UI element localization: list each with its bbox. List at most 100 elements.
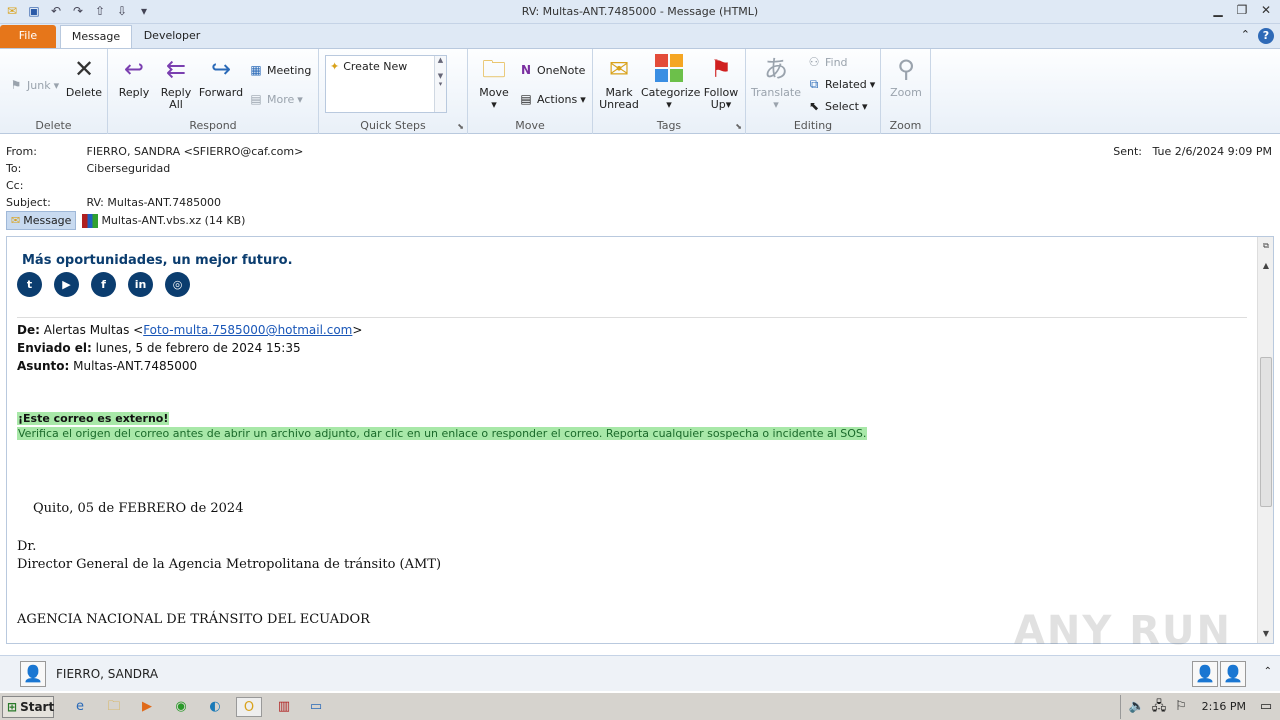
scroll-up-arrow[interactable]: ▲ [1258, 259, 1273, 273]
translate-button[interactable]: あ Translate ▾ [750, 53, 802, 111]
junk-button[interactable]: ⚑ Junk ▾ [8, 77, 59, 93]
envelope-icon: ✉ [608, 55, 630, 83]
city-date: Quito, 05 de FEBRERO de 2024 [33, 501, 244, 516]
message-chip[interactable]: ✉ Message [6, 211, 77, 230]
taskbar: ⊞ Start e 🗀 ▶ ◉ ◐ O ▥ ▭ 🔈 🖧 ⚐ 2:16 PM ▭ [0, 692, 1280, 720]
meeting-button[interactable]: ▦ Meeting [248, 62, 311, 78]
minimize-icon[interactable]: ▁ [1210, 2, 1226, 18]
edge-icon[interactable]: ◐ [205, 697, 225, 717]
dialog-launcher-icon[interactable]: ⬊ [735, 122, 742, 131]
message-header: From: FIERRO, SANDRA <SFIERRO@caf.com> T… [0, 135, 1280, 235]
forward-button[interactable]: ↪ Forward [198, 53, 244, 99]
move-button[interactable]: 🗀 Move ▾ [474, 53, 514, 111]
instagram-icon[interactable]: ◎ [165, 272, 190, 297]
related-button[interactable]: ⧉ Related ▾ [806, 76, 876, 92]
show-desktop-icon[interactable]: ▭ [1256, 697, 1276, 717]
tab-message[interactable]: Message [60, 25, 132, 48]
mark-unread-button[interactable]: ✉ Mark Unread [597, 53, 641, 111]
message-body[interactable]: Más oportunidades, un mejor futuro. t ▶ … [6, 236, 1274, 644]
ie-icon[interactable]: e [70, 697, 90, 717]
group-editing: あ Translate ▾ ⚇ Find ⧉ Related ▾ ⬉ Select ▾… [746, 49, 881, 134]
scroll-thumb[interactable] [1260, 357, 1272, 507]
subject-value: RV: Multas-ANT.7485000 [86, 196, 222, 209]
contact-name[interactable]: FIERRO, SANDRA [56, 667, 158, 681]
group-quick-steps: ✦ Create New ▲ ▼ ▾ Quick Steps ⬊ [319, 49, 468, 134]
group-move: 🗀 Move ▾ N OneNote ▤ Actions ▾ Move [468, 49, 593, 134]
actions-icon: ▤ [520, 92, 532, 106]
restore-icon[interactable]: ❐ [1234, 2, 1250, 18]
forwarded-subject: Asunto: Multas-ANT.7485000 [17, 359, 198, 373]
follow-up-button[interactable]: ⚑ Follow Up▾ [699, 53, 743, 111]
cursor-icon: ⬉ [808, 99, 820, 113]
facebook-icon[interactable]: f [91, 272, 116, 297]
related-icon: ⧉ [809, 77, 819, 91]
cc-row: Cc: [6, 179, 24, 192]
zoom-button[interactable]: ⚲ Zoom [885, 53, 927, 99]
delete-x-icon: ✕ [73, 55, 95, 83]
attachment-item[interactable]: Multas-ANT.vbs.xz (14 KB) [82, 213, 245, 228]
media-player-icon[interactable]: ▶ [137, 697, 157, 717]
translate-icon: あ [764, 55, 788, 83]
expand-people-pane-icon[interactable]: ⌃ [1264, 666, 1272, 677]
vertical-scrollbar[interactable]: ⧉ ▲ ▼ [1257, 237, 1273, 643]
select-button[interactable]: ⬉ Select ▾ [806, 98, 868, 114]
create-new-quick-step[interactable]: ✦ Create New [330, 60, 407, 73]
collapse-ribbon-icon[interactable]: ⌃ [1241, 28, 1250, 44]
system-tray: 🔈 🖧 ⚐ 2:16 PM ▭ [1120, 695, 1280, 719]
window-title: RV: Multas-ANT.7485000 - Message (HTML) [521, 5, 759, 18]
group-delete: ⚑ Junk ▾ ✕ Delete Delete [0, 49, 108, 134]
attachments-bar: ✉ Message Multas-ANT.vbs.xz (14 KB) [6, 211, 245, 230]
subject-row: Subject: RV: Multas-ANT.7485000 [6, 196, 222, 209]
flag-icon: ⚑ [710, 55, 732, 83]
notepad-icon[interactable]: ▭ [306, 697, 326, 717]
salutation: Dr. [17, 539, 37, 554]
close-icon[interactable]: ✕ [1258, 2, 1274, 18]
start-button[interactable]: ⊞ Start [2, 696, 54, 718]
group-zoom: ⚲ Zoom Zoom [881, 49, 931, 134]
network-icon[interactable]: 🖧 [1149, 697, 1169, 717]
reply-all-icon: ⇇ [165, 55, 187, 83]
reply-all-button[interactable]: ⇇ Reply All [156, 53, 196, 111]
flag-tray-icon[interactable]: ⚐ [1171, 697, 1191, 717]
star-icon: ✦ [330, 60, 340, 73]
more-button[interactable]: ▤ More ▾ [248, 91, 302, 107]
archive-file-icon [82, 213, 99, 228]
forward-icon: ↪ [210, 55, 232, 83]
calendar-icon: ▦ [250, 63, 262, 77]
quick-steps-scroll[interactable]: ▲ ▼ ▾ [434, 56, 446, 112]
help-icon[interactable]: ? [1258, 28, 1274, 44]
tab-file[interactable]: File [0, 25, 56, 48]
divider [17, 317, 1247, 318]
onenote-icon: N [520, 63, 532, 77]
categorize-icon [653, 53, 685, 85]
youtube-icon[interactable]: ▶ [54, 272, 79, 297]
dialog-launcher-icon[interactable]: ⬊ [457, 122, 464, 131]
categorize-button[interactable]: Categorize ▾ [641, 53, 700, 111]
linkedin-icon[interactable]: in [128, 272, 153, 297]
outlook-taskbar-icon[interactable]: O [236, 697, 262, 717]
scroll-down-arrow[interactable]: ▼ [1258, 627, 1273, 641]
sender-email-link[interactable]: Foto-multa.7585000@hotmail.com [143, 323, 352, 337]
explorer-icon[interactable]: 🗀 [104, 697, 124, 717]
reply-button[interactable]: ↩ Reply [114, 53, 154, 99]
tab-developer[interactable]: Developer [137, 25, 207, 48]
chrome-icon[interactable]: ◉ [171, 697, 191, 717]
agency-name: AGENCIA NACIONAL DE TRÁNSITO DEL ECUADOR [17, 612, 370, 627]
group-respond: ↩ Reply ⇇ Reply All ↪ Forward ▦ Meeting … [108, 49, 319, 134]
find-button[interactable]: ⚇ Find [806, 54, 848, 70]
forwarded-from: De: Alertas Multas <Foto-multa.7585000@h… [17, 323, 363, 337]
ribbon: ⚑ Junk ▾ ✕ Delete Delete ↩ Reply ⇇ Reply … [0, 48, 1280, 134]
from-value[interactable]: FIERRO, SANDRA <SFIERRO@caf.com> [87, 145, 304, 158]
view-toggle-icon[interactable]: ⧉ [1258, 239, 1273, 253]
reply-icon: ↩ [123, 55, 145, 83]
actions-button[interactable]: ▤ Actions ▾ [518, 91, 585, 107]
delete-button[interactable]: ✕ Delete [64, 53, 104, 99]
onenote-button[interactable]: N OneNote [518, 62, 585, 78]
winrar-icon[interactable]: ▥ [274, 697, 294, 717]
contact-avatar-icon[interactable]: 👤 [1220, 661, 1246, 687]
twitter-icon[interactable]: t [17, 272, 42, 297]
volume-icon[interactable]: 🔈 [1127, 697, 1147, 717]
to-value[interactable]: Ciberseguridad [87, 162, 171, 175]
quick-steps-gallery[interactable]: ✦ Create New ▲ ▼ ▾ [325, 55, 447, 113]
contact-avatar-icon[interactable]: 👤 [1192, 661, 1218, 687]
